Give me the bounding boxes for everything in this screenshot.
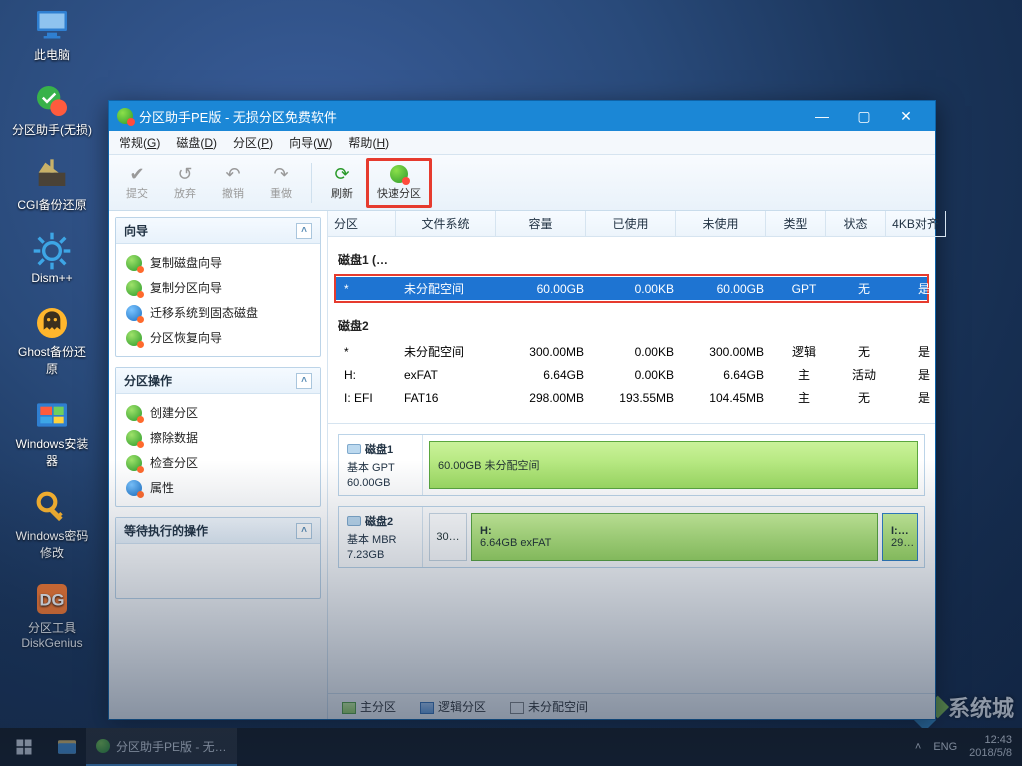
titlebar[interactable]: 分区助手PE版 - 无损分区免费软件 — ▢ ✕ xyxy=(109,101,935,131)
diskmap-1[interactable]: 磁盘1 基本 GPT 60.00GB 60.00GB 未分配空间 xyxy=(338,434,925,496)
panel-pending: 等待执行的操作 ˄ xyxy=(115,517,321,599)
wizard-migrate-ssd[interactable]: 迁移系统到固态磁盘 xyxy=(120,300,316,325)
svg-text:DG: DG xyxy=(40,591,65,610)
legend: 主分区 逻辑分区 未分配空间 xyxy=(328,693,935,719)
taskbar: 分区助手PE版 - 无… ˄ ENG 12:43 2018/5/8 xyxy=(0,728,1022,766)
op-check-partition[interactable]: 检查分区 xyxy=(120,450,316,475)
disk-icon xyxy=(347,444,361,454)
watermark-logo-icon xyxy=(901,683,949,731)
op-create-partition[interactable]: 创建分区 xyxy=(120,400,316,425)
desktop-icon-ghost-backup[interactable]: Ghost备份还原 xyxy=(12,303,92,377)
desktop-icon-diskgenius[interactable]: DG 分区工具DiskGenius xyxy=(12,579,92,650)
menu-disk[interactable]: 磁盘(D) xyxy=(176,134,217,151)
diskmap-2[interactable]: 磁盘2 基本 MBR 7.23GB 30… H:6.64GB exFAT I:…… xyxy=(338,506,925,568)
seg-unallocated[interactable]: 60.00GB 未分配空间 xyxy=(429,441,918,489)
seg-unallocated-small[interactable]: 30… xyxy=(429,513,467,561)
disk2-row-1[interactable]: H:exFAT6.64GB0.00KB6.64GB主活动是 xyxy=(336,363,927,386)
app-icon xyxy=(96,739,110,753)
disk2-row-2[interactable]: I: EFIFAT16298.00MB193.55MB104.45MB主无是 xyxy=(336,386,927,409)
menubar: 常规(G) 磁盘(D) 分区(P) 向导(W) 帮助(H) xyxy=(109,131,935,155)
minimize-button[interactable]: — xyxy=(801,101,843,131)
system-tray[interactable]: ˄ ENG 12:43 2018/5/8 xyxy=(905,734,1022,759)
desktop-icon-cgi-backup[interactable]: CGI备份还原 xyxy=(12,156,92,213)
wizard-copy-partition[interactable]: 复制分区向导 xyxy=(120,275,316,300)
panel-title: 向导 xyxy=(124,222,148,239)
menu-help[interactable]: 帮助(H) xyxy=(348,134,389,151)
seg-h[interactable]: H:6.64GB exFAT xyxy=(471,513,878,561)
desktop-icon-label: Dism++ xyxy=(31,271,72,285)
wizard-copy-disk[interactable]: 复制磁盘向导 xyxy=(120,250,316,275)
app-icon xyxy=(117,108,133,124)
desktop-icon-windows-installer[interactable]: Windows安装器 xyxy=(12,395,92,469)
app-window: 分区助手PE版 - 无损分区免费软件 — ▢ ✕ 常规(G) 磁盘(D) 分区(… xyxy=(108,100,936,720)
menu-general[interactable]: 常规(G) xyxy=(119,134,160,151)
tray-up-icon[interactable]: ˄ xyxy=(915,741,921,753)
disk2-row-0[interactable]: *未分配空间300.00MB0.00KB300.00MB逻辑无是 xyxy=(336,340,927,363)
grid-header: 分区文件系统容量已使用未使用类型状态4KB对齐 xyxy=(328,211,935,237)
taskbar-app-partition-assistant[interactable]: 分区助手PE版 - 无… xyxy=(86,728,237,766)
close-button[interactable]: ✕ xyxy=(885,101,927,131)
disk-icon xyxy=(347,516,361,526)
op-properties[interactable]: 属性 xyxy=(120,475,316,500)
taskbar-app-label: 分区助手PE版 - 无… xyxy=(116,738,227,755)
main-area: 分区文件系统容量已使用未使用类型状态4KB对齐 磁盘1 (… * 未分配空间 6… xyxy=(327,211,935,719)
desktop: 此电脑 分区助手(无损) CGI备份还原 Dism++ Ghost备份还原 Wi… xyxy=(0,0,1022,766)
desktop-icon-dism[interactable]: Dism++ xyxy=(12,231,92,285)
disk1-row-0[interactable]: * 未分配空间 60.00GB 0.00KB 60.00GB GPT 无 是 xyxy=(336,277,927,300)
wizard-recover-partition[interactable]: 分区恢复向导 xyxy=(120,325,316,350)
desktop-icon-label: Ghost备份还原 xyxy=(12,343,92,377)
desktop-icon-label: Windows安装器 xyxy=(12,435,92,469)
toolbar-discard[interactable]: ↺放弃 xyxy=(161,159,209,207)
panel-title: 分区操作 xyxy=(124,372,172,389)
maximize-button[interactable]: ▢ xyxy=(843,101,885,131)
panel-wizard: 向导 ˄ 复制磁盘向导 复制分区向导 迁移系统到固态磁盘 分区恢复向导 xyxy=(115,217,321,357)
toolbar-redo[interactable]: ↷重做 xyxy=(257,159,305,207)
disk1-title[interactable]: 磁盘1 (… xyxy=(336,243,927,274)
watermark-text: 系统城 xyxy=(948,691,1014,723)
start-button[interactable] xyxy=(0,728,48,766)
op-wipe-data[interactable]: 擦除数据 xyxy=(120,425,316,450)
toolbar: ✔提交 ↺放弃 ↶撤销 ↷重做 ⟳刷新 快速分区 xyxy=(109,155,935,211)
seg-i-efi[interactable]: I:…29… xyxy=(882,513,918,561)
desktop-icon-label: 分区工具DiskGenius xyxy=(12,619,92,650)
legend-unallocated-icon xyxy=(510,702,524,714)
toolbar-refresh[interactable]: ⟳刷新 xyxy=(318,159,366,207)
desktop-icon-label: CGI备份还原 xyxy=(17,196,86,213)
sidebar: 向导 ˄ 复制磁盘向导 复制分区向导 迁移系统到固态磁盘 分区恢复向导 分区操作 ˄… xyxy=(109,211,327,719)
desktop-icon-label: Windows密码修改 xyxy=(12,527,92,561)
tray-lang[interactable]: ENG xyxy=(933,741,957,753)
disk2-title[interactable]: 磁盘2 xyxy=(336,309,927,340)
toolbar-undo[interactable]: ↶撤销 xyxy=(209,159,257,207)
watermark: 系统城 xyxy=(908,690,1014,724)
legend-primary-icon xyxy=(342,702,356,714)
collapse-icon[interactable]: ˄ xyxy=(296,373,312,389)
desktop-icon-partition-assistant[interactable]: 分区助手(无损) xyxy=(12,81,92,138)
desktop-icon-label: 此电脑 xyxy=(34,46,70,63)
desktop-icon-windows-password[interactable]: Windows密码修改 xyxy=(12,487,92,561)
highlight-frame: * 未分配空间 60.00GB 0.00KB 60.00GB GPT 无 是 xyxy=(334,274,929,303)
menu-wizard[interactable]: 向导(W) xyxy=(289,134,332,151)
partition-grid: 分区文件系统容量已使用未使用类型状态4KB对齐 磁盘1 (… * 未分配空间 6… xyxy=(328,211,935,424)
tray-clock[interactable]: 12:43 2018/5/8 xyxy=(969,734,1012,759)
desktop-icons: 此电脑 分区助手(无损) CGI备份还原 Dism++ Ghost备份还原 Wi… xyxy=(12,6,92,650)
menu-partition[interactable]: 分区(P) xyxy=(233,134,273,151)
panel-ops: 分区操作 ˄ 创建分区 擦除数据 检查分区 属性 xyxy=(115,367,321,507)
collapse-icon[interactable]: ˄ xyxy=(296,223,312,239)
window-title: 分区助手PE版 - 无损分区免费软件 xyxy=(139,107,337,126)
disk-maps: 磁盘1 基本 GPT 60.00GB 60.00GB 未分配空间 磁盘2 基本 … xyxy=(328,424,935,578)
desktop-icon-label: 分区助手(无损) xyxy=(12,121,92,138)
toolbar-quick-partition[interactable]: 快速分区 xyxy=(366,158,432,208)
toolbar-commit[interactable]: ✔提交 xyxy=(113,159,161,207)
taskbar-file-explorer[interactable] xyxy=(48,728,86,766)
legend-logical-icon xyxy=(420,702,434,714)
desktop-icon-pc[interactable]: 此电脑 xyxy=(12,6,92,63)
panel-title: 等待执行的操作 xyxy=(124,522,208,539)
collapse-icon[interactable]: ˄ xyxy=(296,523,312,539)
